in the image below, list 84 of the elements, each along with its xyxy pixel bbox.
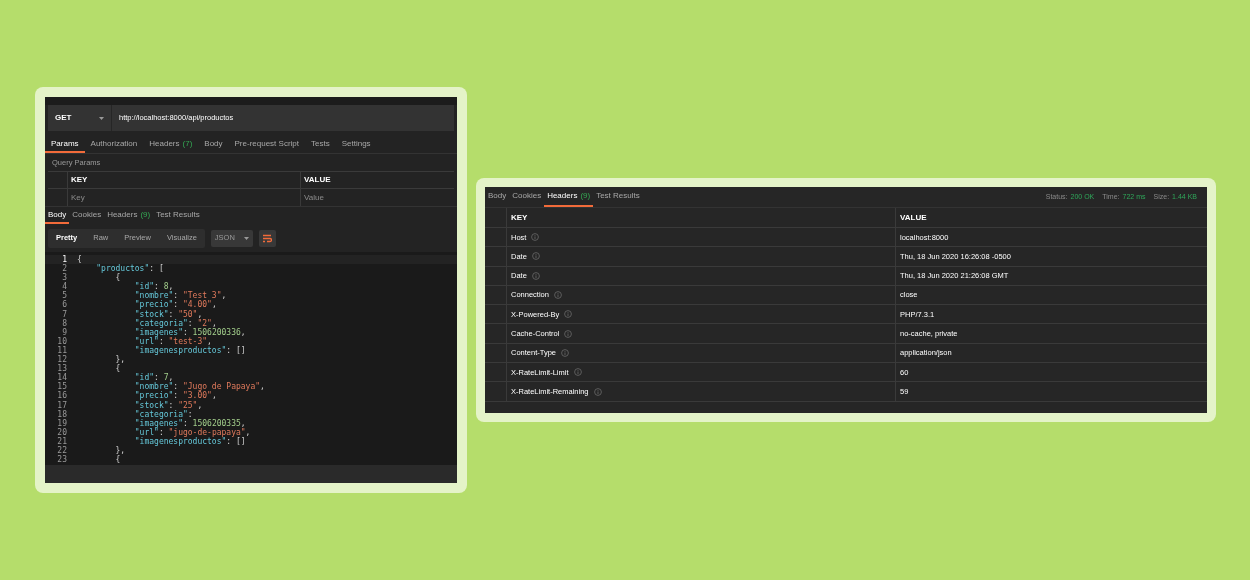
- wrap-lines-icon: [262, 233, 273, 243]
- line-number: 23: [57, 455, 67, 465]
- line-number: 16: [57, 391, 67, 401]
- key-input[interactable]: Key: [71, 191, 297, 204]
- line-number: 10: [57, 336, 67, 346]
- line-number: 22: [57, 445, 67, 455]
- line-number: 19: [57, 418, 67, 428]
- tab[interactable]: Body: [485, 187, 510, 207]
- tab[interactable]: Test Results: [153, 207, 203, 224]
- code-line: "imagenesproductos": []: [133, 436, 246, 446]
- tab[interactable]: Body: [45, 207, 70, 224]
- caret-icon: [99, 116, 104, 120]
- info-icon[interactable]: [531, 271, 540, 280]
- line-number: 8: [62, 318, 67, 328]
- wrap-button[interactable]: [258, 229, 276, 247]
- tab[interactable]: Authorization: [84, 136, 144, 153]
- code-line: "productos": [: [95, 264, 164, 274]
- info-icon[interactable]: [573, 368, 582, 377]
- line-number: 21: [57, 436, 67, 446]
- info-icon[interactable]: [564, 310, 573, 319]
- tab[interactable]: Pre-request Script: [228, 136, 305, 153]
- info-icon[interactable]: [561, 348, 570, 357]
- column-header: KEY: [511, 211, 528, 224]
- caret-icon: [243, 236, 249, 240]
- tab[interactable]: Headers (9): [104, 207, 154, 224]
- line-number: 2: [62, 264, 67, 274]
- line-number: 13: [57, 364, 67, 374]
- line-number: 1: [62, 255, 67, 264]
- tab[interactable]: Settings: [335, 136, 377, 153]
- info-icon[interactable]: [553, 291, 562, 300]
- code-line: "url": "jugo-de-papaya",: [133, 427, 251, 437]
- line-number: 15: [57, 382, 67, 392]
- line-number: 11: [57, 345, 67, 355]
- line-number: 12: [57, 355, 67, 365]
- tab-count: (7): [182, 137, 193, 150]
- line-number: 4: [62, 282, 67, 292]
- line-number: 14: [57, 373, 67, 383]
- line-number: 5: [62, 291, 67, 301]
- code-line: "imagenesproductos": []: [133, 345, 246, 356]
- tab[interactable]: Cookies: [69, 207, 105, 224]
- code-line: {: [114, 455, 121, 465]
- tab[interactable]: Cookies: [509, 187, 545, 207]
- tab-count: (9): [140, 208, 151, 221]
- code-line: "stock": "50",: [133, 309, 203, 319]
- code-line: {: [114, 364, 121, 374]
- code-line: {: [77, 255, 82, 265]
- tab-count: (9): [580, 190, 591, 202]
- value-input[interactable]: Value: [304, 191, 451, 204]
- column-header: VALUE: [900, 211, 927, 224]
- line-number: 3: [62, 273, 67, 283]
- line-number: 17: [57, 400, 67, 410]
- line-number: 7: [62, 309, 67, 319]
- column-header: KEY: [71, 174, 88, 186]
- code-line: "nombre": "Jugo de Papaya",: [133, 382, 265, 392]
- code-line: "categoria": "2",: [133, 318, 217, 328]
- info-icon[interactable]: [564, 329, 573, 338]
- code-line: "imagenes": 1506200336,: [133, 327, 246, 337]
- code-line: "id": 7,: [133, 373, 174, 383]
- line-number: 18: [57, 409, 67, 419]
- code-line: "id": 8,: [133, 282, 174, 292]
- code-line: {: [115, 273, 121, 283]
- code-line: "precio": "4.00",: [133, 300, 217, 310]
- info-icon[interactable]: [593, 387, 602, 396]
- line-number: 9: [62, 327, 67, 337]
- tab[interactable]: Body: [198, 136, 229, 153]
- code-line: "categoria":: [133, 409, 193, 419]
- info-icon[interactable]: [531, 233, 540, 242]
- tab[interactable]: Params: [45, 136, 85, 153]
- code-line: "url": "test-3",: [133, 336, 212, 346]
- code-line: "imagenes": 1506200335,: [133, 418, 246, 428]
- line-number: 20: [57, 427, 67, 437]
- code-line: "precio": "3.00",: [133, 391, 217, 401]
- code-line: "nombre": "Test 3",: [133, 291, 227, 301]
- code-line: },: [114, 445, 126, 456]
- tab[interactable]: Tests: [305, 136, 336, 153]
- tab[interactable]: Headers (9): [544, 187, 594, 207]
- column-header: VALUE: [304, 174, 331, 186]
- tab[interactable]: Test Results: [593, 187, 643, 207]
- tab[interactable]: Headers (7): [143, 136, 199, 153]
- info-icon[interactable]: [531, 252, 540, 261]
- method-dropdown[interactable]: GET: [48, 105, 112, 131]
- code-line: },: [114, 355, 126, 365]
- line-number: 6: [62, 300, 67, 310]
- code-line: "stock": "25",: [133, 400, 203, 410]
